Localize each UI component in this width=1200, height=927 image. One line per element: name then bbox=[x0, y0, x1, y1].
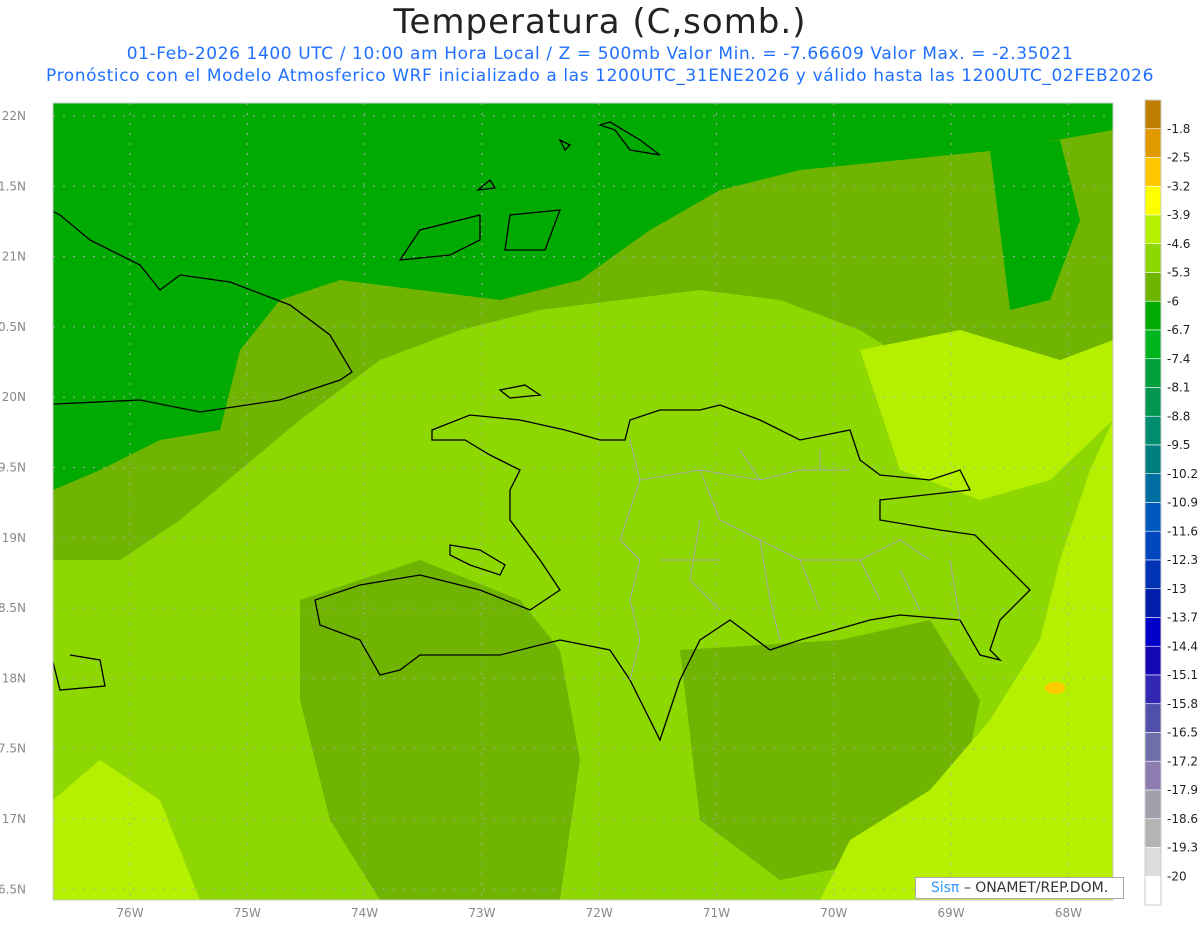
colorbar-swatch bbox=[1144, 875, 1162, 906]
colorbar-swatch bbox=[1144, 559, 1162, 590]
colorbar-swatch bbox=[1144, 329, 1162, 360]
map-plot: 76W 75W 74W 73W 72W 71W 70W 69W 68W 22N 1.5N 21N 0.… bbox=[0, 99, 1198, 920]
temperature-field bbox=[53, 103, 1113, 900]
colorbar-label: -1.8 bbox=[1167, 122, 1190, 136]
colorbar-label: -13 bbox=[1167, 582, 1187, 596]
colorbar-label: -10.2 bbox=[1167, 467, 1198, 481]
colorbar-swatch bbox=[1144, 272, 1162, 302]
colorbar-label: -16.5 bbox=[1167, 726, 1198, 740]
x-tick-label: 69W bbox=[938, 906, 965, 920]
credit-text: – ONAMET/REP.DOM. bbox=[963, 880, 1109, 896]
x-tick-label: 68W bbox=[1055, 906, 1082, 920]
y-tick-label: 7.5N bbox=[0, 742, 26, 756]
colorbar-swatch bbox=[1144, 243, 1162, 273]
colorbar-label: -13.7 bbox=[1167, 611, 1198, 625]
colorbar-label: -6.7 bbox=[1167, 323, 1190, 337]
colorbar-label: -17.2 bbox=[1167, 754, 1198, 768]
colorbar-swatch bbox=[1144, 157, 1162, 187]
colorbar-label: -10.9 bbox=[1167, 496, 1198, 510]
colorbar-label: -11.6 bbox=[1167, 524, 1198, 538]
colorbar-swatch bbox=[1144, 358, 1162, 388]
credit-box: Sisπ – ONAMET/REP.DOM. bbox=[915, 877, 1124, 899]
colorbar-label: -9.5 bbox=[1167, 438, 1190, 452]
y-tick-label: 6.5N bbox=[0, 882, 26, 896]
colorbar-swatch bbox=[1144, 732, 1162, 762]
colorbar-label: -14.4 bbox=[1167, 639, 1198, 653]
colorbar-swatch bbox=[1144, 214, 1162, 245]
colorbar-swatch bbox=[1144, 99, 1162, 130]
sispi-logo: Sisπ bbox=[930, 880, 960, 896]
colorbar-swatch bbox=[1144, 415, 1162, 446]
y-tick-label: 8.5N bbox=[0, 601, 26, 615]
colorbar-swatch bbox=[1144, 387, 1162, 417]
y-tick-label: 0.5N bbox=[0, 320, 26, 334]
x-tick-label: 74W bbox=[351, 906, 378, 920]
colorbar-swatch bbox=[1144, 617, 1162, 647]
x-tick-label: 72W bbox=[586, 906, 613, 920]
colorbar-swatch bbox=[1144, 818, 1162, 848]
y-tick-label: 1.5N bbox=[0, 179, 26, 193]
colorbar-label: -8.1 bbox=[1167, 381, 1190, 395]
colorbar-swatch bbox=[1144, 703, 1162, 733]
colorbar-swatch bbox=[1144, 128, 1162, 158]
colorbar-swatch bbox=[1144, 847, 1162, 877]
colorbar-label: -19.3 bbox=[1167, 841, 1198, 855]
colorbar-swatch bbox=[1144, 530, 1162, 561]
colorbar-label: -18.6 bbox=[1167, 812, 1198, 826]
colorbar-label: -7.4 bbox=[1167, 352, 1190, 366]
colorbar-label: -5.3 bbox=[1167, 266, 1190, 280]
colorbar-swatch bbox=[1144, 444, 1162, 475]
y-tick-label: 9.5N bbox=[0, 461, 26, 475]
field-max-spot bbox=[1045, 682, 1065, 694]
x-tick-label: 75W bbox=[234, 906, 261, 920]
x-tick-label: 71W bbox=[703, 906, 730, 920]
y-tick-label: 22N bbox=[2, 109, 26, 123]
colorbar-label: -12.3 bbox=[1167, 553, 1198, 567]
colorbar-label: -3.9 bbox=[1167, 208, 1190, 222]
colorbar-swatch bbox=[1144, 588, 1162, 618]
colorbar-swatch bbox=[1144, 789, 1162, 820]
colorbar-swatch bbox=[1144, 760, 1162, 791]
colorbar-swatch bbox=[1144, 674, 1162, 705]
colorbar-label: -20 bbox=[1167, 869, 1187, 883]
colorbar-swatch bbox=[1144, 185, 1162, 216]
colorbar-swatch bbox=[1144, 300, 1162, 331]
colorbar-swatch bbox=[1144, 473, 1162, 503]
colorbar-label: -2.5 bbox=[1167, 151, 1190, 165]
colorbar-swatch bbox=[1144, 645, 1162, 676]
colorbar-label: -17.9 bbox=[1167, 783, 1198, 797]
y-tick-label: 18N bbox=[2, 671, 26, 685]
colorbar-label: -4.6 bbox=[1167, 237, 1190, 251]
y-tick-label: 20N bbox=[2, 390, 26, 404]
colorbar-label: -6 bbox=[1167, 294, 1179, 308]
x-tick-label: 76W bbox=[116, 906, 143, 920]
colorbar-label: -15.8 bbox=[1167, 697, 1198, 711]
x-tick-label: 73W bbox=[468, 906, 495, 920]
colorbar-label: -3.2 bbox=[1167, 179, 1190, 193]
y-axis-ticks: 22N 1.5N 21N 0.5N 20N 9.5N 19N 8.5N 18N 7.5N 17N 6.… bbox=[0, 109, 26, 896]
colorbar: -1.8 -2.5 -3.2 -3.9 -4.6 -5.3 -6 -6.7 -7.4 -8.1 -8… bbox=[1144, 99, 1198, 906]
x-axis-ticks: 76W 75W 74W 73W 72W 71W 70W 69W 68W bbox=[116, 906, 1082, 920]
y-tick-label: 21N bbox=[2, 250, 26, 264]
colorbar-swatch bbox=[1144, 502, 1162, 532]
y-tick-label: 19N bbox=[2, 531, 26, 545]
colorbar-label: -15.1 bbox=[1167, 668, 1198, 682]
x-tick-label: 70W bbox=[820, 906, 847, 920]
y-tick-label: 17N bbox=[2, 812, 26, 826]
colorbar-label: -8.8 bbox=[1167, 409, 1190, 423]
